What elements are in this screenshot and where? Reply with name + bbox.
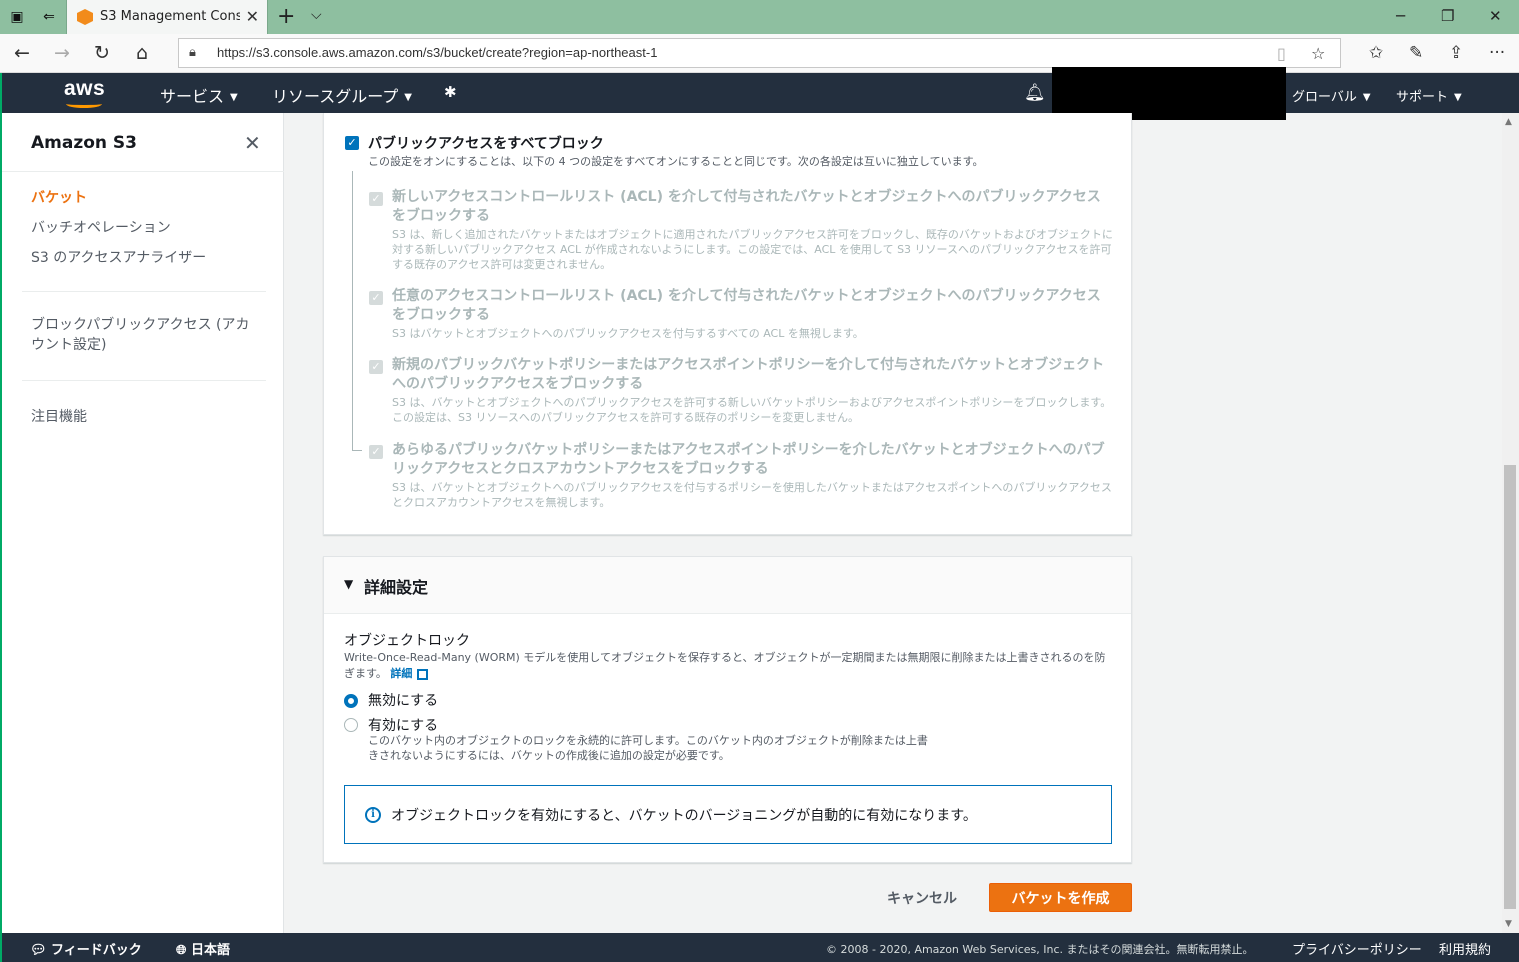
advanced-settings-panel: ▼ 詳細設定 オブジェクトロック Write-Once-Read-Many (W… — [323, 556, 1132, 863]
terms-link[interactable]: 利用規約 — [1439, 939, 1491, 958]
new-tab-icon[interactable]: + — [277, 4, 295, 29]
block-all-checkbox[interactable]: ✓ — [345, 136, 359, 150]
pen-icon[interactable]: ✎ — [1409, 43, 1423, 63]
block-policy-new-title: 新規のパブリックバケットポリシーまたはアクセスポイントポリシーを介して付与された… — [392, 357, 1105, 392]
address-bar-row: ← → ↻ ⌂ 🔒︎ https://s3.console.aws.amazon… — [0, 34, 1519, 73]
back-icon[interactable]: ← — [10, 42, 34, 64]
divider — [22, 380, 266, 381]
block-policy-new-desc: S3 は、バケットとオブジェクトへのパブリックアクセスを許可する新しいバケットポ… — [392, 396, 1112, 424]
block-acl-new-checkbox: ✓ — [369, 192, 383, 206]
sidebar-item-buckets[interactable]: バケット — [31, 187, 87, 207]
sidebar-close-icon[interactable]: ✕ — [244, 131, 261, 155]
console-footer: 💬︎ フィードバック 🌐︎ 日本語 © 2008 - 2020, Amazon … — [0, 933, 1519, 962]
info-alert: i オブジェクトロックを有効にすると、バケットのバージョニングが自動的に有効にな… — [344, 785, 1112, 844]
block-acl-new-title: 新しいアクセスコントロールリスト (ACL) を介して付与されたバケットとオブジ… — [392, 189, 1101, 224]
object-lock-enable-label[interactable]: 有効にする — [368, 715, 438, 735]
block-all-title: パブリックアクセスをすべてブロック — [368, 136, 604, 152]
resource-groups-menu[interactable]: リソースグループ ▼ — [272, 83, 412, 107]
cancel-button[interactable]: キャンセル — [870, 883, 974, 912]
scroll-down-icon[interactable]: ▼ — [1505, 919, 1512, 929]
tab-actions-icon[interactable]: ▣ — [8, 8, 26, 26]
info-icon: i — [365, 807, 381, 823]
block-acl-any-desc: S3 はバケットとオブジェクトへのパブリックアクセスを付与するすべての ACL … — [392, 327, 864, 340]
window-close-icon[interactable]: ✕ — [1489, 7, 1502, 25]
pin-icon[interactable]: ✱ — [444, 83, 457, 101]
support-menu[interactable]: サポート ▼ — [1396, 86, 1462, 105]
sidebar-item-batch-operations[interactable]: バッチオペレーション — [31, 217, 171, 237]
home-icon[interactable]: ⌂ — [130, 42, 154, 64]
tree-connector — [352, 171, 362, 451]
share-icon[interactable]: ⇪ — [1449, 43, 1463, 63]
sidebar-title: Amazon S3 — [31, 133, 138, 153]
external-link-icon — [417, 668, 429, 680]
language-menu[interactable]: 🌐︎ 日本語 — [176, 939, 230, 958]
block-policy-any-checkbox: ✓ — [369, 445, 383, 459]
feedback-link[interactable]: 💬︎ フィードバック — [30, 939, 142, 958]
object-lock-label: オブジェクトロック — [344, 633, 470, 649]
block-public-access-panel: ✓ パブリックアクセスをすべてブロック この設定をオンにすることは、以下の 4 … — [323, 113, 1132, 535]
favorite-star-icon[interactable]: ☆ — [1311, 44, 1325, 63]
info-text: オブジェクトロックを有効にすると、バケットのバージョニングが自動的に有効になりま… — [391, 808, 977, 824]
block-all-desc: この設定をオンにすることは、以下の 4 つの設定をすべてオンにすることと同じです… — [368, 155, 984, 168]
object-lock-disable-label[interactable]: 無効にする — [368, 690, 438, 710]
block-acl-new-desc: S3 は、新しく追加されたバケットまたはオブジェクトに適用されたパブリックアクセ… — [392, 228, 1113, 271]
aws-smile-icon — [66, 100, 102, 108]
object-lock-enable-radio[interactable] — [344, 718, 358, 732]
caret-down-icon: ▼ — [344, 577, 354, 591]
tab-close-icon[interactable]: ✕ — [246, 7, 259, 26]
block-acl-any-title: 任意のアクセスコントロールリスト (ACL) を介して付与されたバケットとオブジ… — [392, 288, 1101, 323]
copyright-text: © 2008 - 2020, Amazon Web Services, Inc.… — [826, 943, 1254, 956]
favorites-icon[interactable]: ✩ — [1369, 43, 1383, 63]
advanced-settings-header[interactable]: ▼ 詳細設定 — [324, 557, 1131, 614]
browser-tab[interactable]: S3 Management Conso ✕ — [66, 0, 268, 34]
tab-list-chevron-icon[interactable]: ⌵ — [311, 7, 322, 23]
globe-icon: 🌐︎ — [176, 943, 187, 958]
divider — [2, 171, 284, 172]
object-lock-enable-desc: このバケット内のオブジェクトのロックを永続的に許可します。このバケット内のオブジ… — [368, 734, 928, 762]
divider — [22, 291, 266, 292]
bell-icon[interactable]: 🔔︎ — [1024, 83, 1046, 103]
details-link[interactable]: 詳細 — [390, 667, 412, 680]
scroll-up-icon[interactable]: ▲ — [1505, 117, 1512, 127]
forward-icon[interactable]: → — [50, 42, 74, 64]
block-acl-any-checkbox: ✓ — [369, 291, 383, 305]
aws-header: aws サービス ▼ リソースグループ ▼ ✱ 🔔︎ グローバル ▼ サポート ▼ — [0, 67, 1519, 120]
reading-view-icon[interactable]: ▯ — [1277, 44, 1286, 63]
services-menu[interactable]: サービス ▼ — [160, 83, 238, 107]
aws-favicon-icon — [77, 9, 93, 25]
tab-title: S3 Management Conso — [100, 9, 240, 24]
block-policy-any-desc: S3 は、バケットとオブジェクトへのパブリックアクセスを付与するポリシーを使用し… — [392, 481, 1112, 509]
sidebar-item-access-analyzer[interactable]: S3 のアクセスアナライザー — [31, 247, 206, 267]
page-scrollbar[interactable]: ▲ ▼ — [1502, 113, 1519, 933]
url-text: https://s3.console.aws.amazon.com/s3/buc… — [217, 45, 658, 60]
block-policy-new-checkbox: ✓ — [369, 360, 383, 374]
more-icon[interactable]: ··· — [1489, 43, 1505, 63]
chat-bubble-icon: 💬︎ — [30, 943, 47, 958]
sidebar-item-featured[interactable]: 注目機能 — [31, 406, 87, 426]
minimize-icon[interactable]: ─ — [1396, 7, 1405, 25]
sidebar-item-block-public-access[interactable]: ブロックパブリックアクセス (アカウント設定) — [31, 315, 261, 355]
privacy-link[interactable]: プライバシーポリシー — [1292, 939, 1422, 958]
advanced-settings-title: 詳細設定 — [364, 578, 429, 597]
lock-icon: 🔒︎ — [189, 45, 196, 60]
url-input[interactable]: 🔒︎ https://s3.console.aws.amazon.com/s3/… — [178, 38, 1341, 68]
restore-icon[interactable]: ❐ — [1441, 7, 1454, 25]
create-bucket-button[interactable]: バケットを作成 — [989, 883, 1132, 912]
browser-tab-bar: ▣ ⇐ S3 Management Conso ✕ + ⌵ ─ ❐ ✕ — [0, 0, 1519, 34]
block-policy-any-title: あらゆるパブリックバケットポリシーまたはアクセスポイントポリシーを介したバケット… — [392, 442, 1105, 477]
region-menu[interactable]: グローバル ▼ — [1292, 86, 1371, 105]
aws-logo[interactable]: aws — [64, 77, 105, 101]
scrollbar-thumb[interactable] — [1504, 465, 1516, 909]
object-lock-desc: Write-Once-Read-Many (WORM) モデルを使用してオブジェ… — [344, 651, 1106, 680]
object-lock-disable-radio[interactable] — [344, 694, 358, 708]
set-aside-tabs-icon[interactable]: ⇐ — [40, 8, 58, 26]
refresh-icon[interactable]: ↻ — [90, 42, 114, 64]
sidebar: Amazon S3 ✕ バケット バッチオペレーション S3 のアクセスアナライ… — [0, 113, 284, 933]
